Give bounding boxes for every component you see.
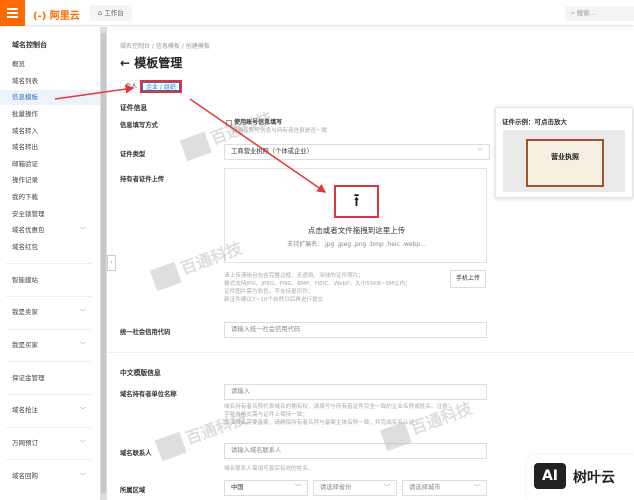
annotation-arrows <box>54 84 327 193</box>
brand-logo: AI <box>534 463 566 489</box>
brand-badge: AI 树叶云 <box>527 455 634 500</box>
annotation-arrow <box>54 84 135 100</box>
annotation-arrow <box>189 98 327 193</box>
brand-name: 树叶云 <box>573 470 615 486</box>
